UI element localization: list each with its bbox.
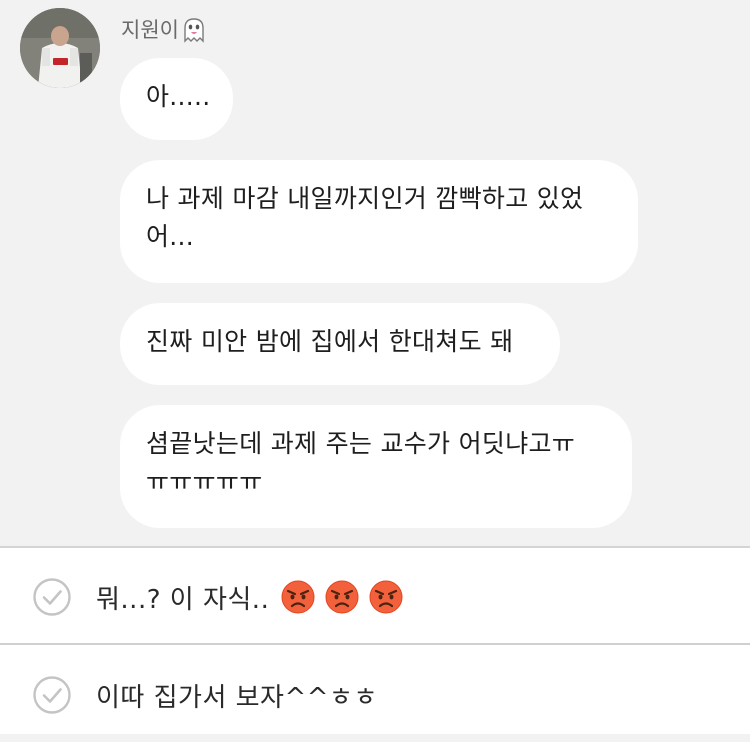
message-bubble: 셤끝낫는데 과제 주는 교수가 어딧냐고ㅠ ㅠㅠㅠㅠㅠ (120, 405, 632, 528)
sender-name-text: 지원이 (121, 18, 179, 42)
avatar-photo (20, 8, 100, 88)
reply-option-1[interactable]: 뭐...? 이 자식.. (0, 550, 750, 644)
message-bubble: 나 과제 마감 내일까지인거 깜빡하고 있었 어... (120, 160, 638, 283)
angry-face-emoji-icon (369, 580, 403, 614)
divider (0, 643, 750, 645)
sender-avatar[interactable] (20, 8, 100, 88)
check-circle-icon (33, 578, 71, 616)
message-bubble: 아..... (120, 58, 233, 140)
message-bubble: 진짜 미안 밤에 집에서 한대쳐도 돼 (120, 303, 560, 385)
ghost-emoji-icon (184, 18, 204, 43)
check-circle-icon (33, 676, 71, 714)
reply-option-text: 이따 집가서 보자^^ㅎㅎ (96, 682, 378, 713)
angry-face-emoji-icon (281, 580, 315, 614)
divider (0, 546, 750, 548)
sender-name: 지원이 (121, 16, 208, 44)
reply-option-text: 뭐...? 이 자식.. (96, 584, 270, 615)
angry-face-emoji-icon (325, 580, 359, 614)
reply-option-2[interactable]: 이따 집가서 보자^^ㅎㅎ (0, 648, 750, 742)
